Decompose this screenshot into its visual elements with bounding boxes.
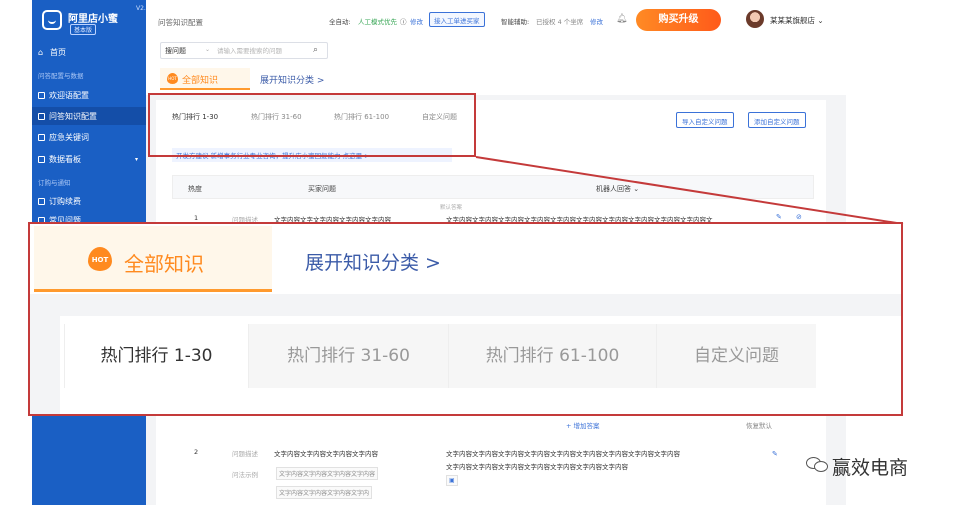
import-custom-question-button[interactable]: 导入自定义问题 xyxy=(676,112,734,128)
search-icon[interactable]: ⌕ xyxy=(313,45,318,55)
book-icon xyxy=(38,113,45,120)
expand-triangle-icon[interactable]: ▾ xyxy=(135,156,138,163)
logo-icon xyxy=(42,10,62,30)
book-icon xyxy=(38,134,45,141)
zoom-tab-custom-questions[interactable]: 自定义问题 xyxy=(656,324,816,388)
sidebar-item-label: 首页 xyxy=(50,48,66,57)
chart-icon xyxy=(38,156,45,163)
column-header-question: 买家问题 xyxy=(308,185,336,193)
page-title: 问答知识配置 xyxy=(158,18,203,27)
sidebar-section-order: 订购与通知 xyxy=(38,179,71,187)
avatar[interactable] xyxy=(746,10,764,28)
bell-icon[interactable]: 🔔︎ xyxy=(616,14,627,24)
row-answer-label: 默认答案 xyxy=(440,205,463,211)
upgrade-button[interactable]: 购买升级 xyxy=(636,9,721,31)
row-rank: 2 xyxy=(194,448,199,456)
transfer-button[interactable]: 接入工单进买家 xyxy=(429,12,485,27)
assist-label: 智能辅助: xyxy=(501,18,530,26)
delete-icon[interactable]: ⊘ xyxy=(796,213,802,221)
info-icon: ⓘ xyxy=(400,18,407,26)
sidebar-item-renewal[interactable]: 订购续费 xyxy=(38,196,81,207)
sidebar-item-label: 数据看板 xyxy=(49,155,81,164)
watermark-text: 赢效电商 xyxy=(832,457,909,479)
auto-mode-edit-link[interactable]: 修改 xyxy=(410,16,423,26)
sidebar-item-dashboard[interactable]: 数据看板 xyxy=(38,154,81,165)
wechat-icon xyxy=(806,455,828,473)
search-type-select[interactable]: 搜问题 xyxy=(165,46,186,56)
watermark: 赢效电商 xyxy=(806,451,936,481)
sidebar-item-label: 订购续费 xyxy=(49,197,81,206)
top-header: 问答知识配置 全自动: 人工模式优先 ⓘ 修改 接入工单进买家 智能辅助: 已授… xyxy=(146,0,959,42)
column-header-answer[interactable]: 机器人回答 ⌄ xyxy=(596,184,639,194)
tab-all-knowledge[interactable]: HOT 全部知识 xyxy=(160,68,250,90)
zoom-tab-hot-31-60[interactable]: 热门排行 31-60 xyxy=(248,324,448,388)
row-rank: 1 xyxy=(194,214,199,222)
sidebar-item-emergency-keywords[interactable]: 应急关键词 xyxy=(38,132,89,143)
row-example-label: 问法示例 xyxy=(232,471,258,479)
search-bar: 搜问题 ⌄ ⌕ xyxy=(160,42,328,59)
row-question-label: 问题描述 xyxy=(232,450,258,458)
image-icon[interactable]: ▣ xyxy=(446,475,458,486)
sidebar-item-label: 应急关键词 xyxy=(49,133,89,142)
add-answer-link[interactable]: + 增加答案 xyxy=(566,420,600,430)
book-icon xyxy=(38,92,45,99)
restore-default-link[interactable]: 恢复默认 xyxy=(746,420,772,430)
edit-icon[interactable]: ✎ xyxy=(772,450,778,458)
zoom-callout: HOT 全部知识 展开知识分类 > 热门排行 1-30 热门排行 31-60 热… xyxy=(28,222,903,416)
zoom-tab-hot-1-30[interactable]: 热门排行 1-30 xyxy=(64,324,248,388)
app-logo[interactable]: 阿里店小蜜 基本版 V2.0 xyxy=(42,5,150,36)
row-answer-text-2: 文字内容文字内容文字内容文字内容文字内容文字内容文字内容 xyxy=(446,463,628,471)
sidebar-item-qa-config[interactable]: 问答知识配置 xyxy=(38,111,97,122)
store-menu[interactable]: 某某某旗舰店 ⌄ xyxy=(770,15,824,26)
book-icon xyxy=(38,198,45,205)
zoom-tab-all-knowledge-label: 全部知识 xyxy=(124,252,204,276)
home-icon: ⌂ xyxy=(38,47,44,57)
sidebar-item-home[interactable]: ⌂ 首页 xyxy=(38,47,66,58)
assist-edit-link[interactable]: 修改 xyxy=(590,16,603,26)
zoom-tab-all-knowledge[interactable]: HOT 全部知识 xyxy=(34,226,272,292)
sidebar-item-label: 问答知识配置 xyxy=(49,112,97,121)
search-input[interactable] xyxy=(217,44,309,57)
auto-mode-value: 人工模式优先 xyxy=(358,18,397,26)
sidebar-item-label: 欢迎语配置 xyxy=(49,91,89,100)
column-header-heat: 热度 xyxy=(188,185,202,193)
hot-flame-icon: HOT xyxy=(167,73,178,84)
table-header xyxy=(172,175,814,199)
row-answer-text: 文字内容文字内容文字内容文字内容文字内容文字内容文字内容文字内容文字内容 xyxy=(446,450,680,458)
sidebar-section-qa: 问答配置与数据 xyxy=(38,72,84,80)
example-tag: 文字内容文字内容文字内容文字内 xyxy=(276,486,373,499)
edit-icon[interactable]: ✎ xyxy=(776,213,782,221)
highlight-box xyxy=(148,93,476,157)
example-tag: 文字内容文字内容文字内容文字内容 xyxy=(276,467,379,480)
auto-mode-label: 全自动: xyxy=(329,18,351,26)
chevron-down-icon[interactable]: ⌄ xyxy=(205,46,210,53)
add-custom-question-button[interactable]: 添加自定义问题 xyxy=(748,112,806,128)
expand-categories-link[interactable]: 展开知识分类 > xyxy=(260,73,324,86)
assist-status: 已授权 4 个坐席 xyxy=(536,18,584,26)
row-question-text: 文字内容文字内容文字内容文字内容 xyxy=(274,450,378,458)
screenshot-root: 阿里店小蜜 基本版 V2.0 ⌂ 首页 问答配置与数据 欢迎语配置 问答知识配置… xyxy=(0,0,959,505)
zoom-tab-hot-61-100[interactable]: 热门排行 61-100 xyxy=(448,324,656,388)
zoom-expand-categories-link[interactable]: 展开知识分类 > xyxy=(305,248,441,275)
app-name: 阿里店小蜜 xyxy=(68,14,118,25)
hot-flame-icon: HOT xyxy=(88,247,112,271)
tab-all-knowledge-label: 全部知识 xyxy=(182,76,219,86)
sidebar-item-welcome[interactable]: 欢迎语配置 xyxy=(38,90,89,101)
edition-badge: 基本版 xyxy=(70,24,97,35)
